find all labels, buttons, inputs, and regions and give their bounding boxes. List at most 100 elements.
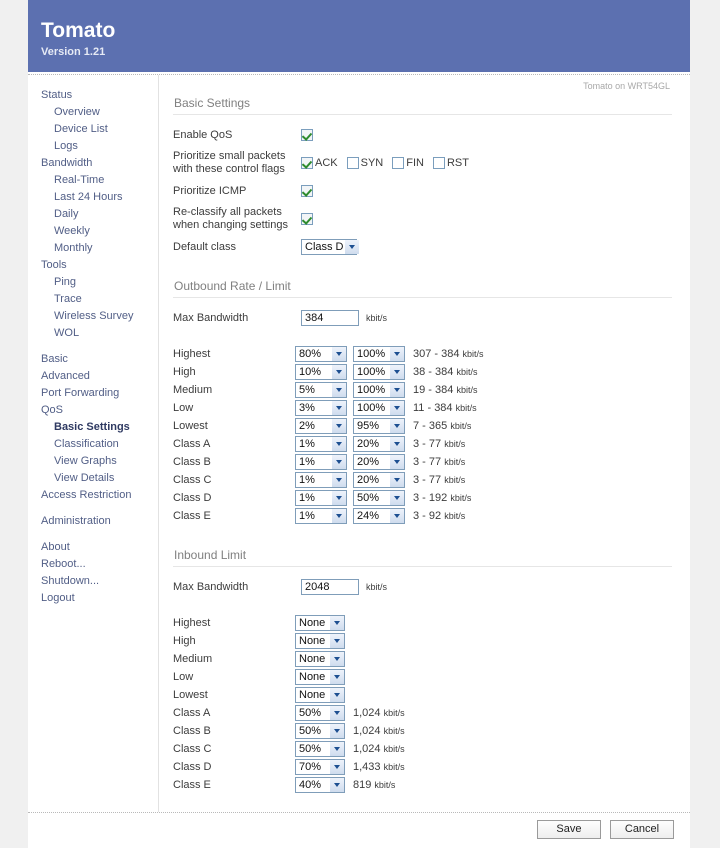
table-row: Medium None [173, 650, 672, 668]
sidebar-item-trace[interactable]: Trace [41, 291, 143, 308]
select-outbound-limit[interactable]: 20% [353, 472, 405, 488]
outbound-range-value: 3 - 192 [413, 492, 448, 504]
sidebar-item-classification[interactable]: Classification [41, 436, 143, 453]
select-inbound-limit[interactable]: 50% [295, 723, 345, 739]
sidebar-item-real-time[interactable]: Real-Time [41, 172, 143, 189]
select-outbound-limit[interactable]: 20% [353, 454, 405, 470]
sidebar-item-last-24-hours[interactable]: Last 24 Hours [41, 189, 143, 206]
table-row: Low None [173, 668, 672, 686]
sidebar-group-basic[interactable]: Basic [41, 351, 143, 368]
form-footer: Save Cancel [28, 812, 690, 848]
checkbox-flag-ack[interactable] [301, 157, 313, 169]
outbound-row-label: Lowest [173, 420, 208, 432]
sidebar-group-logout[interactable]: Logout [41, 590, 143, 607]
row-prioritize-icmp: Prioritize ICMP [173, 182, 672, 200]
select-outbound-rate[interactable]: 3% [295, 400, 347, 416]
outbound-range-text: 307 - 384 kbit/s [413, 348, 484, 360]
sidebar-item-weekly[interactable]: Weekly [41, 223, 143, 240]
sidebar-item-wireless-survey[interactable]: Wireless Survey [41, 308, 143, 325]
outbound-range-unit: kbit/s [444, 457, 466, 467]
sidebar-item-device-list[interactable]: Device List [41, 121, 143, 138]
chevron-down-icon [329, 616, 344, 630]
label-small-packets-line2: with these control flags [173, 163, 285, 175]
select-outbound-rate[interactable]: 1% [295, 508, 347, 524]
select-inbound-limit[interactable]: None [295, 633, 345, 649]
select-outbound-rate[interactable]: 10% [295, 364, 347, 380]
sidebar-group-about[interactable]: About [41, 539, 143, 556]
select-outbound-rate[interactable]: 1% [295, 436, 347, 452]
sidebar-group-qos[interactable]: QoS [41, 402, 143, 419]
sidebar-item-monthly[interactable]: Monthly [41, 240, 143, 257]
sidebar-group-bandwidth[interactable]: Bandwidth [41, 155, 143, 172]
select-outbound-limit-value: 100% [357, 384, 386, 396]
input-inbound-max-bandwidth[interactable] [301, 579, 359, 595]
select-outbound-limit[interactable]: 100% [353, 346, 405, 362]
select-inbound-limit[interactable]: None [295, 615, 345, 631]
chevron-down-icon [329, 670, 344, 684]
select-outbound-rate[interactable]: 2% [295, 418, 347, 434]
outbound-range-value: 3 - 77 [413, 438, 442, 450]
checkbox-flag-rst[interactable] [432, 157, 445, 169]
select-inbound-limit[interactable]: None [295, 651, 345, 667]
select-inbound-limit[interactable]: 50% [295, 705, 345, 721]
select-inbound-limit[interactable]: None [295, 687, 345, 703]
select-outbound-limit[interactable]: 100% [353, 382, 405, 398]
select-outbound-rate[interactable]: 1% [295, 472, 347, 488]
chevron-down-icon [331, 401, 346, 415]
input-outbound-max-bandwidth[interactable] [301, 310, 359, 326]
table-row: Class E 40% 819 kbit/s [173, 776, 672, 794]
outbound-range-value: 3 - 77 [413, 456, 442, 468]
select-outbound-limit-value: 100% [357, 366, 386, 378]
chevron-down-icon [389, 509, 404, 523]
sidebar-group-tools[interactable]: Tools [41, 257, 143, 274]
sidebar-item-overview[interactable]: Overview [41, 104, 143, 121]
sidebar-group-status[interactable]: Status [41, 87, 143, 104]
inbound-range-text: 1,024 kbit/s [353, 743, 405, 755]
sidebar-item-daily[interactable]: Daily [41, 206, 143, 223]
checkbox-reclassify[interactable] [301, 213, 313, 225]
select-outbound-rate[interactable]: 5% [295, 382, 347, 398]
outbound-range-text: 3 - 77 kbit/s [413, 456, 465, 468]
sidebar-group-advanced[interactable]: Advanced [41, 368, 143, 385]
select-inbound-limit[interactable]: 40% [295, 777, 345, 793]
select-outbound-rate[interactable]: 1% [295, 490, 347, 506]
sidebar-item-ping[interactable]: Ping [41, 274, 143, 291]
select-outbound-limit[interactable]: 100% [353, 364, 405, 380]
checkbox-flag-fin[interactable] [392, 157, 405, 169]
checkbox-enable-qos[interactable] [301, 129, 313, 141]
select-inbound-limit[interactable]: 50% [295, 741, 345, 757]
sidebar-item-view-graphs[interactable]: View Graphs [41, 453, 143, 470]
select-outbound-limit[interactable]: 50% [353, 490, 405, 506]
app-title: Tomato [41, 19, 116, 42]
select-outbound-rate[interactable]: 80% [295, 346, 347, 362]
sidebar-item-wol[interactable]: WOL [41, 325, 143, 342]
select-outbound-rate[interactable]: 1% [295, 454, 347, 470]
select-outbound-limit[interactable]: 100% [353, 400, 405, 416]
table-row: Class B 50% 1,024 kbit/s [173, 722, 672, 740]
inbound-row-label: Class A [173, 707, 211, 719]
save-button[interactable]: Save [536, 820, 601, 839]
cancel-button[interactable]: Cancel [610, 820, 674, 839]
chevron-down-icon [389, 383, 404, 397]
sidebar-group-access-restriction[interactable]: Access Restriction [41, 487, 143, 504]
checkbox-flag-syn[interactable] [346, 157, 359, 169]
table-row: Medium 5% 100% 19 - 384 kbit/s [173, 381, 672, 399]
sidebar-item-logs[interactable]: Logs [41, 138, 143, 155]
inbound-row-label: Class E [173, 779, 211, 791]
select-inbound-limit[interactable]: 70% [295, 759, 345, 775]
outbound-range-text: 3 - 192 kbit/s [413, 492, 471, 504]
select-inbound-limit[interactable]: None [295, 669, 345, 685]
sidebar-group-reboot-[interactable]: Reboot... [41, 556, 143, 573]
sidebar-item-view-details[interactable]: View Details [41, 470, 143, 487]
select-outbound-limit[interactable]: 95% [353, 418, 405, 434]
select-outbound-limit[interactable]: 24% [353, 508, 405, 524]
select-outbound-limit[interactable]: 20% [353, 436, 405, 452]
sidebar-group-administration[interactable]: Administration [41, 513, 143, 530]
sidebar-group-shutdown-[interactable]: Shutdown... [41, 573, 143, 590]
table-row: Class B 1% 20% 3 - 77 kbit/s [173, 453, 672, 471]
select-default-class[interactable]: Class D [301, 239, 359, 255]
chevron-down-icon [389, 455, 404, 469]
checkbox-prioritize-icmp[interactable] [301, 185, 313, 197]
sidebar-item-basic-settings[interactable]: Basic Settings [41, 419, 143, 436]
sidebar-group-port-forwarding[interactable]: Port Forwarding [41, 385, 143, 402]
